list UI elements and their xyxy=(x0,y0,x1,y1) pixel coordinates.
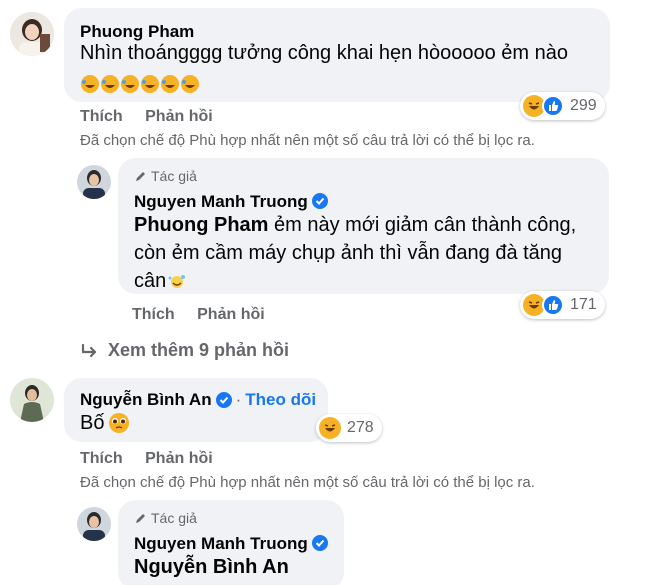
verified-badge-icon xyxy=(311,535,328,551)
avatar-phuong-pham[interactable] xyxy=(10,12,54,56)
reply-bubble: Tác giả Nguyen Manh Truong Nguyễn Bình A… xyxy=(118,500,344,585)
comment-bubble: Nguyễn Bình An · Theo dõi Bố xyxy=(64,378,328,442)
sweat-smile-emoji xyxy=(168,275,186,288)
reaction-count: 299 xyxy=(570,97,597,114)
comment-text-row: Bố xyxy=(80,408,130,438)
reply-actions: Thích Phản hồi xyxy=(132,306,265,324)
reply-author[interactable]: Nguyen Manh Truong xyxy=(134,534,328,554)
haha-reaction-icon xyxy=(319,417,341,439)
reply-arrow-icon xyxy=(81,343,97,357)
avatar-photo xyxy=(10,12,54,56)
filter-notice: Đã chọn chế độ Phù hợp nhất nên một số c… xyxy=(80,132,535,149)
comment-bubble: Phuong Pham Nhìn thoángggg tưởng công kh… xyxy=(64,8,610,102)
author-tag-label: Tác giả xyxy=(151,168,197,184)
comment-actions: Thích Phản hồi xyxy=(80,450,213,468)
avatar-nguyen-manh-truong[interactable] xyxy=(77,507,111,541)
reply-author-name[interactable]: Nguyen Manh Truong xyxy=(134,192,308,211)
mention-phuong-pham[interactable]: Phuong Pham xyxy=(134,214,268,236)
avatar-photo xyxy=(77,165,111,199)
reply-author-name[interactable]: Nguyen Manh Truong xyxy=(134,534,308,553)
reaction-summary[interactable]: 171 xyxy=(520,291,605,319)
reaction-count: 278 xyxy=(347,419,374,436)
reply-text-line1: Phuong Pham ẻm này mới giảm cân thành cô… xyxy=(134,210,576,240)
more-replies-link[interactable]: Xem thêm 9 phản hồi xyxy=(80,340,289,361)
comment-author-row: Nguyễn Bình An · Theo dõi xyxy=(80,390,316,410)
pleading-face-emoji xyxy=(109,413,130,433)
comment-text: Bố xyxy=(80,412,105,434)
like-link[interactable]: Thích xyxy=(80,450,123,468)
reply-text-part: ẻm này mới giảm cân thành công, xyxy=(268,214,577,236)
like-link[interactable]: Thích xyxy=(80,108,123,126)
author-tag: Tác giả xyxy=(134,168,197,184)
reply-link[interactable]: Phản hồi xyxy=(145,108,213,126)
comment-author[interactable]: Nguyễn Bình An xyxy=(80,390,212,410)
follow-link[interactable]: Theo dõi xyxy=(245,390,316,410)
reaction-summary[interactable]: 299 xyxy=(520,92,605,120)
filter-notice: Đã chọn chế độ Phù hợp nhất nên một số c… xyxy=(80,474,535,491)
avatar-nguyen-binh-an[interactable] xyxy=(10,378,54,422)
pencil-icon xyxy=(136,513,145,523)
comment-emoji-row: 🤣🤣🤣🤣🤣🤣 xyxy=(80,74,200,94)
comment-text: Nhìn thoángggg tưởng công khai hẹn hòooo… xyxy=(80,42,568,64)
avatar-nguyen-manh-truong[interactable] xyxy=(77,165,111,199)
rofl-emoji-row xyxy=(81,75,199,93)
reply-link[interactable]: Phản hồi xyxy=(197,306,265,324)
reaction-count: 171 xyxy=(570,296,597,313)
pencil-icon xyxy=(136,171,145,181)
reaction-summary[interactable]: 278 xyxy=(316,414,382,442)
like-reaction-icon xyxy=(542,95,564,117)
reply-author[interactable]: Nguyen Manh Truong xyxy=(134,192,328,212)
more-replies-label[interactable]: Xem thêm 9 phản hồi xyxy=(108,340,289,361)
reply-text-line2: còn ẻm cầm máy chụp ảnh thì vẫn đang đà … xyxy=(134,242,563,264)
comment-actions: Thích Phản hồi xyxy=(80,108,213,126)
reply-link[interactable]: Phản hồi xyxy=(145,450,213,468)
verified-badge-icon xyxy=(311,193,328,209)
reply-text-line3: cân xyxy=(134,266,187,296)
like-reaction-icon xyxy=(542,294,564,316)
avatar-photo xyxy=(10,378,54,422)
reply-bubble: Tác giả Nguyen Manh Truong Phuong Pham ẻ… xyxy=(118,158,609,294)
verified-badge-icon xyxy=(215,392,232,408)
reply-text-part: cân xyxy=(134,270,167,292)
avatar-photo xyxy=(77,507,111,541)
like-link[interactable]: Thích xyxy=(132,306,175,324)
mention-nguyen-binh-an[interactable]: Nguyễn Bình An xyxy=(134,556,289,578)
separator-dot: · xyxy=(235,390,242,409)
author-tag-label: Tác giả xyxy=(151,510,197,526)
reply-text: Nguyễn Bình An xyxy=(134,552,289,582)
author-tag: Tác giả xyxy=(134,510,197,526)
